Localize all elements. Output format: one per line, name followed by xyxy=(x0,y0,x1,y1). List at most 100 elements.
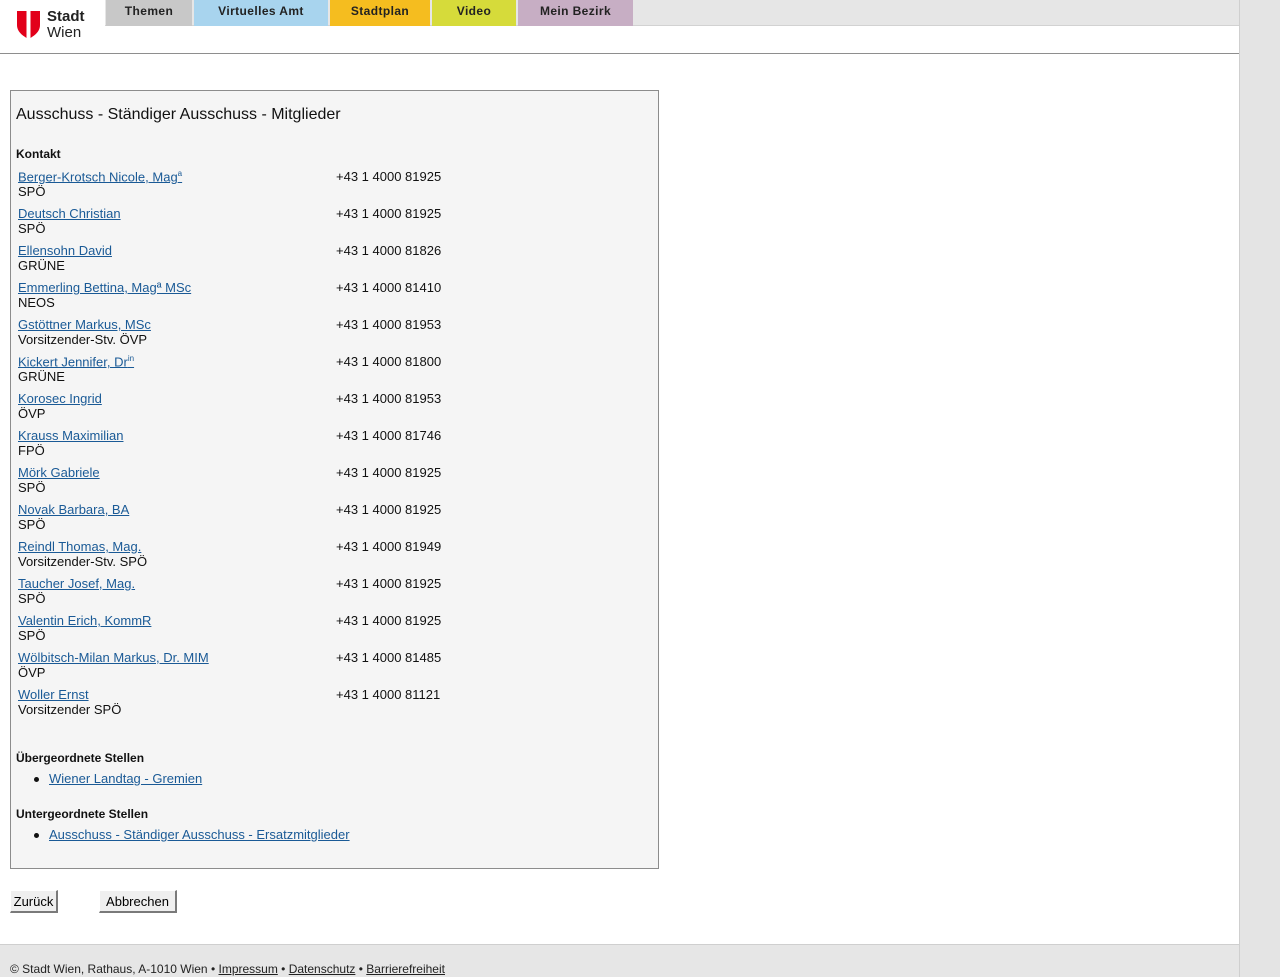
member-name: Krauss Maximilian xyxy=(18,428,124,443)
member-name-link[interactable]: Novak Barbara, BA xyxy=(18,502,129,517)
member-name: Taucher Josef, Mag. xyxy=(18,576,136,591)
member-name-suffix: a xyxy=(177,169,183,178)
member-name: Deutsch Christian xyxy=(18,206,121,221)
member-phone: +43 1 4000 81410 xyxy=(336,280,442,295)
member-name-link[interactable]: Wölbitsch-Milan Markus, Dr. MIM xyxy=(18,650,209,665)
member-name-link[interactable]: Mörk Gabriele xyxy=(18,465,100,480)
member-phone: +43 1 4000 81953 xyxy=(336,391,442,406)
member-row: Deutsch Christian SPÖ +43 1 4000 81925 xyxy=(18,206,618,243)
member-name: Kickert Jennifer, Dr xyxy=(18,354,128,370)
list-bullet xyxy=(34,833,39,838)
footer-separator: • xyxy=(355,962,367,976)
member-phone: +43 1 4000 81925 xyxy=(336,576,442,591)
member-party: SPÖ xyxy=(18,517,46,532)
member-name: Reindl Thomas, Mag. xyxy=(18,539,142,554)
page-title: Ausschuss - Ständiger Ausschuss - Mitgli… xyxy=(16,106,341,123)
member-party: SPÖ xyxy=(18,480,46,495)
member-party: SPÖ xyxy=(18,184,46,199)
parent-body-link[interactable]: Wiener Landtag - Gremien xyxy=(49,771,202,786)
member-name-link[interactable]: Berger-Krotsch Nicole, Maga xyxy=(18,169,182,184)
footer-text: © Stadt Wien, Rathaus, A-1010 Wien • Imp… xyxy=(10,962,445,976)
member-phone: +43 1 4000 81925 xyxy=(336,169,442,184)
member-phone: +43 1 4000 81925 xyxy=(336,502,442,517)
member-phone: +43 1 4000 81826 xyxy=(336,243,442,258)
member-party: ÖVP xyxy=(18,406,46,421)
site-header: Stadt Wien Themen Virtuelles Amt Stadtpl… xyxy=(0,0,1239,54)
member-name-suffix: in xyxy=(127,354,135,363)
vertical-scrollbar[interactable] xyxy=(1239,0,1280,977)
child-bodies-heading: Untergeordnete Stellen xyxy=(16,807,149,821)
member-phone: +43 1 4000 81746 xyxy=(336,428,442,443)
member-party: NEOS xyxy=(18,295,55,310)
member-name: Korosec Ingrid xyxy=(18,391,102,406)
footer-impressum-link[interactable]: Impressum xyxy=(218,962,277,976)
member-row: Ellensohn David GRÜNE +43 1 4000 81826 xyxy=(18,243,618,280)
member-phone: +43 1 4000 81949 xyxy=(336,539,442,554)
member-name-link[interactable]: Krauss Maximilian xyxy=(18,428,123,443)
member-row: Mörk Gabriele SPÖ +43 1 4000 81925 xyxy=(18,465,618,502)
member-phone: +43 1 4000 81121 xyxy=(336,687,441,702)
child-body-link[interactable]: Ausschuss - Ständiger Ausschuss - Ersatz… xyxy=(49,827,350,842)
member-party: GRÜNE xyxy=(18,258,65,273)
brand-line2: Wien xyxy=(47,24,82,41)
tab-mein-bezirk[interactable]: Mein Bezirk xyxy=(518,0,633,26)
brand-line1: Stadt xyxy=(47,8,85,25)
list-bullet xyxy=(34,777,39,782)
member-name-link[interactable]: Valentin Erich, KommR xyxy=(18,613,151,628)
member-row: Krauss Maximilian FPÖ +43 1 4000 81746 xyxy=(18,428,618,465)
tab-video[interactable]: Video xyxy=(432,0,516,26)
member-name-link[interactable]: Gstöttner Markus, MSc xyxy=(18,317,151,332)
member-name-link[interactable]: Kickert Jennifer, Drin xyxy=(18,354,134,369)
member-party: ÖVP xyxy=(18,665,46,680)
brand-name: Stadt Wien xyxy=(47,9,85,41)
member-phone: +43 1 4000 81925 xyxy=(336,465,442,480)
member-row: Korosec Ingrid ÖVP +43 1 4000 81953 xyxy=(18,391,618,428)
tab-virtuelles-amt[interactable]: Virtuelles Amt xyxy=(194,0,328,26)
member-party: SPÖ xyxy=(18,628,46,643)
member-name: Gstöttner Markus, MSc xyxy=(18,317,151,332)
footer-datenschutz-link[interactable]: Datenschutz xyxy=(289,962,356,976)
tab-themen[interactable]: Themen xyxy=(106,0,192,26)
wien-shield-icon xyxy=(17,11,40,39)
member-name: Berger-Krotsch Nicole, Mag xyxy=(18,169,178,185)
committee-panel: Ausschuss - Ständiger Ausschuss - Mitgli… xyxy=(10,90,659,869)
member-name: Emmerling Bettina, Magª MSc xyxy=(18,280,192,295)
member-phone: +43 1 4000 81485 xyxy=(336,650,442,665)
member-party: SPÖ xyxy=(18,591,46,606)
member-name-link[interactable]: Deutsch Christian xyxy=(18,206,121,221)
tab-stadtplan[interactable]: Stadtplan xyxy=(330,0,430,26)
member-name: Valentin Erich, KommR xyxy=(18,613,152,628)
member-name: Wölbitsch-Milan Markus, Dr. MIM xyxy=(18,650,209,665)
member-name: Ellensohn David xyxy=(18,243,112,258)
member-party: Vorsitzender-Stv. ÖVP xyxy=(18,332,148,347)
footer-separator: • xyxy=(277,962,289,976)
contact-heading: Kontakt xyxy=(16,147,61,161)
member-party: GRÜNE xyxy=(18,369,65,384)
member-party: Vorsitzender SPÖ xyxy=(18,702,122,717)
member-name: Novak Barbara, BA xyxy=(18,502,130,517)
stadt-wien-logo[interactable]: Stadt Wien xyxy=(17,9,97,43)
footer-copyright: © Stadt Wien, Rathaus, A-1010 Wien xyxy=(10,962,208,976)
footer-barrierefreiheit-link[interactable]: Barrierefreiheit xyxy=(366,962,445,976)
member-party: SPÖ xyxy=(18,221,46,236)
member-row: Valentin Erich, KommR SPÖ +43 1 4000 81925 xyxy=(18,613,618,650)
member-name-link[interactable]: Korosec Ingrid xyxy=(18,391,102,406)
member-phone: +43 1 4000 81953 xyxy=(336,317,442,332)
back-button[interactable]: Zurück xyxy=(10,890,58,913)
member-name-link[interactable]: Reindl Thomas, Mag. xyxy=(18,539,141,554)
member-row: Gstöttner Markus, MSc Vorsitzender-Stv. Ö… xyxy=(18,317,618,354)
member-row: Reindl Thomas, Mag. Vorsitzender-Stv. SPÖ… xyxy=(18,539,618,576)
site-footer: © Stadt Wien, Rathaus, A-1010 Wien • Imp… xyxy=(0,944,1239,977)
member-row: Emmerling Bettina, Magª MSc NEOS +43 1 400… xyxy=(18,280,618,317)
member-party: FPÖ xyxy=(18,443,45,458)
member-name-link[interactable]: Ellensohn David xyxy=(18,243,112,258)
member-name: Woller Ernst xyxy=(18,687,89,702)
member-name-link[interactable]: Taucher Josef, Mag. xyxy=(18,576,135,591)
member-name-link[interactable]: Woller Ernst xyxy=(18,687,89,702)
member-row: Berger-Krotsch Nicole, Maga SPÖ +43 1 4000… xyxy=(18,169,618,206)
member-row: Wölbitsch-Milan Markus, Dr. MIM ÖVP +43 1 … xyxy=(18,650,618,687)
member-party: Vorsitzender-Stv. SPÖ xyxy=(18,554,148,569)
member-name-link[interactable]: Emmerling Bettina, Magª MSc xyxy=(18,280,191,295)
cancel-button[interactable]: Abbrechen xyxy=(99,890,177,913)
member-row: Taucher Josef, Mag. SPÖ +43 1 4000 81925 xyxy=(18,576,618,613)
